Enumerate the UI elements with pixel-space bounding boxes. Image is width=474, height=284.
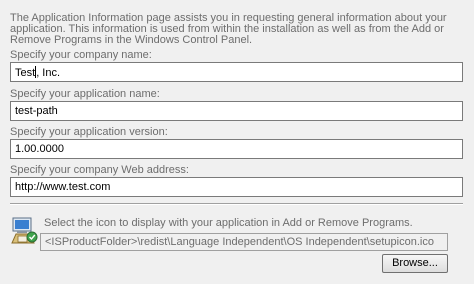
setup-installer-icon[interactable] xyxy=(10,216,40,246)
icon-select-label: Select the icon to display with your app… xyxy=(44,217,413,229)
section-divider xyxy=(10,203,463,205)
web-address-label: Specify your company Web address: xyxy=(10,164,189,176)
application-version-label: Specify your application version: xyxy=(10,126,168,138)
application-name-label: Specify your application name: xyxy=(10,88,160,100)
company-name-label: Specify your company name: xyxy=(10,49,152,61)
intro-text: The Application Information page assists… xyxy=(10,12,447,46)
company-name-value: Test, Inc. xyxy=(15,66,61,79)
company-name-field[interactable]: Test, Inc. xyxy=(10,62,463,82)
web-address-field[interactable]: http://www.test.com xyxy=(10,177,463,197)
icon-path-field: <ISProductFolder>\redist\Language Indepe… xyxy=(40,233,448,251)
application-version-field[interactable]: 1.00.0000 xyxy=(10,139,463,159)
browse-button[interactable]: Browse... xyxy=(382,254,448,273)
text-cursor xyxy=(35,66,37,78)
application-name-field[interactable]: test-path xyxy=(10,101,463,121)
